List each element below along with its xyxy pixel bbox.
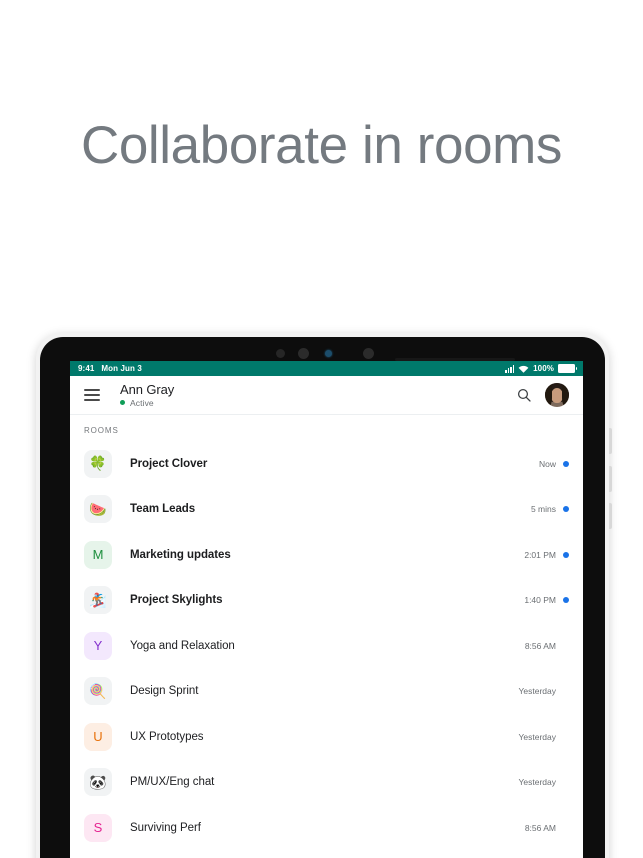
room-initial-icon: M bbox=[84, 540, 112, 569]
room-list-item[interactable]: 🐼 PM/UX/Eng chat Yesterday bbox=[70, 760, 583, 806]
room-title: Surviving Perf bbox=[130, 821, 201, 834]
clover-emoji-icon: 🍀 bbox=[84, 449, 112, 478]
device-screen: 9:41 Mon Jun 3 100% Ann Gray Active ROOM… bbox=[70, 361, 583, 858]
account-titles: Ann Gray Active bbox=[120, 381, 175, 408]
room-list-item[interactable]: 🍉 Team Leads 5 mins bbox=[70, 487, 583, 533]
room-list-item[interactable]: 🍀 Project Clover Now bbox=[70, 441, 583, 487]
promo-screenshot: Collaborate in rooms 9:41 Mon Jun 3 100%… bbox=[0, 0, 643, 858]
status-bar-right: 100% bbox=[505, 363, 577, 374]
room-meta: 2:01 PM bbox=[524, 550, 569, 560]
rooms-list: 🍀 Project Clover Now 🍉 Team Leads 5 mins M Mark… bbox=[70, 441, 583, 851]
room-timestamp: Now bbox=[538, 458, 556, 469]
device-side-button-1[interactable] bbox=[609, 428, 612, 454]
room-list-item[interactable]: 🏂 Project Skylights 1:40 PM bbox=[70, 578, 583, 624]
room-meta: Yesterday bbox=[519, 777, 570, 787]
room-meta: 5 mins bbox=[531, 504, 569, 514]
room-title: Yoga and Relaxation bbox=[130, 639, 235, 652]
sensor-led-icon bbox=[325, 350, 332, 357]
room-meta: Now bbox=[539, 459, 569, 469]
status-bar-left: 9:41 Mon Jun 3 bbox=[78, 364, 142, 373]
room-list-item[interactable]: M Marketing updates 2:01 PM bbox=[70, 532, 583, 578]
hamburger-menu-icon[interactable] bbox=[84, 389, 100, 401]
battery-percent-label: 100% bbox=[533, 364, 554, 373]
presence-status: Active bbox=[120, 398, 174, 408]
room-timestamp: 1:40 PM bbox=[524, 595, 556, 606]
room-meta: Yesterday bbox=[519, 686, 570, 696]
room-timestamp: 2:01 PM bbox=[524, 549, 556, 560]
room-timestamp: 8:56 AM bbox=[524, 822, 556, 833]
room-timestamp: Yesterday bbox=[518, 777, 557, 788]
avatar-hair-left bbox=[545, 384, 552, 406]
room-meta: 1:40 PM bbox=[524, 595, 569, 605]
battery-full-icon bbox=[558, 363, 577, 374]
avatar[interactable] bbox=[545, 383, 569, 407]
room-timestamp: 8:56 AM bbox=[524, 640, 556, 651]
status-date: Mon Jun 3 bbox=[101, 364, 142, 373]
room-title: UX Prototypes bbox=[130, 730, 204, 743]
app-bar: Ann Gray Active bbox=[70, 376, 583, 415]
room-initial-icon: Y bbox=[84, 631, 112, 660]
room-timestamp: 5 mins bbox=[530, 504, 556, 515]
room-timestamp: Yesterday bbox=[518, 686, 557, 697]
room-title: Design Sprint bbox=[130, 685, 199, 698]
camera-dot-icon bbox=[276, 349, 285, 358]
wifi-icon bbox=[518, 365, 529, 373]
room-initial-icon: S bbox=[84, 813, 112, 842]
room-title: Marketing updates bbox=[130, 548, 231, 561]
presence-label: Active bbox=[130, 397, 154, 408]
snowboarder-emoji-icon: 🏂 bbox=[84, 586, 112, 615]
room-title: Project Skylights bbox=[130, 594, 223, 607]
unread-indicator-dot bbox=[563, 506, 569, 513]
device-side-button-3[interactable] bbox=[609, 503, 612, 529]
watermelon-emoji-icon: 🍉 bbox=[84, 495, 112, 524]
status-time: 9:41 bbox=[78, 364, 95, 373]
unread-indicator-dot bbox=[563, 460, 569, 467]
room-list-item[interactable]: S Surviving Perf 8:56 AM bbox=[70, 805, 583, 851]
panda-emoji-icon: 🐼 bbox=[84, 768, 112, 797]
app-bar-actions bbox=[516, 383, 569, 407]
room-meta: 8:56 AM bbox=[525, 641, 569, 651]
front-camera-icon bbox=[363, 348, 374, 359]
room-title: PM/UX/Eng chat bbox=[130, 776, 215, 789]
unread-indicator-dot bbox=[563, 597, 569, 604]
search-icon[interactable] bbox=[516, 387, 532, 403]
avatar-hair-right bbox=[562, 384, 569, 406]
tablet-device-frame: 9:41 Mon Jun 3 100% Ann Gray Active ROOM… bbox=[36, 333, 612, 858]
user-name-label: Ann Gray bbox=[120, 381, 175, 397]
lollipop-emoji-icon: 🍭 bbox=[84, 677, 112, 706]
room-title: Team Leads bbox=[130, 503, 196, 516]
device-bezel: 9:41 Mon Jun 3 100% Ann Gray Active ROOM… bbox=[40, 337, 605, 858]
room-list-item[interactable]: U UX Prototypes Yesterday bbox=[70, 714, 583, 760]
camera-lens-icon bbox=[298, 348, 309, 359]
section-header-rooms: ROOMS bbox=[84, 426, 119, 435]
room-meta: 8:56 AM bbox=[525, 823, 569, 833]
room-list-item[interactable]: 🍭 Design Sprint Yesterday bbox=[70, 669, 583, 715]
room-initial-icon: U bbox=[84, 722, 112, 751]
page-title: Collaborate in rooms bbox=[80, 116, 562, 175]
room-title: Project Clover bbox=[130, 457, 208, 470]
room-timestamp: Yesterday bbox=[518, 731, 557, 742]
presence-dot-icon bbox=[120, 400, 125, 405]
device-side-button-2[interactable] bbox=[609, 466, 612, 492]
unread-indicator-dot bbox=[563, 551, 569, 558]
cellular-signal-icon bbox=[505, 365, 515, 373]
room-meta: Yesterday bbox=[519, 732, 570, 742]
room-list-item[interactable]: Y Yoga and Relaxation 8:56 AM bbox=[70, 623, 583, 669]
status-bar: 9:41 Mon Jun 3 100% bbox=[70, 361, 583, 376]
camera-sensor-row bbox=[40, 346, 605, 362]
